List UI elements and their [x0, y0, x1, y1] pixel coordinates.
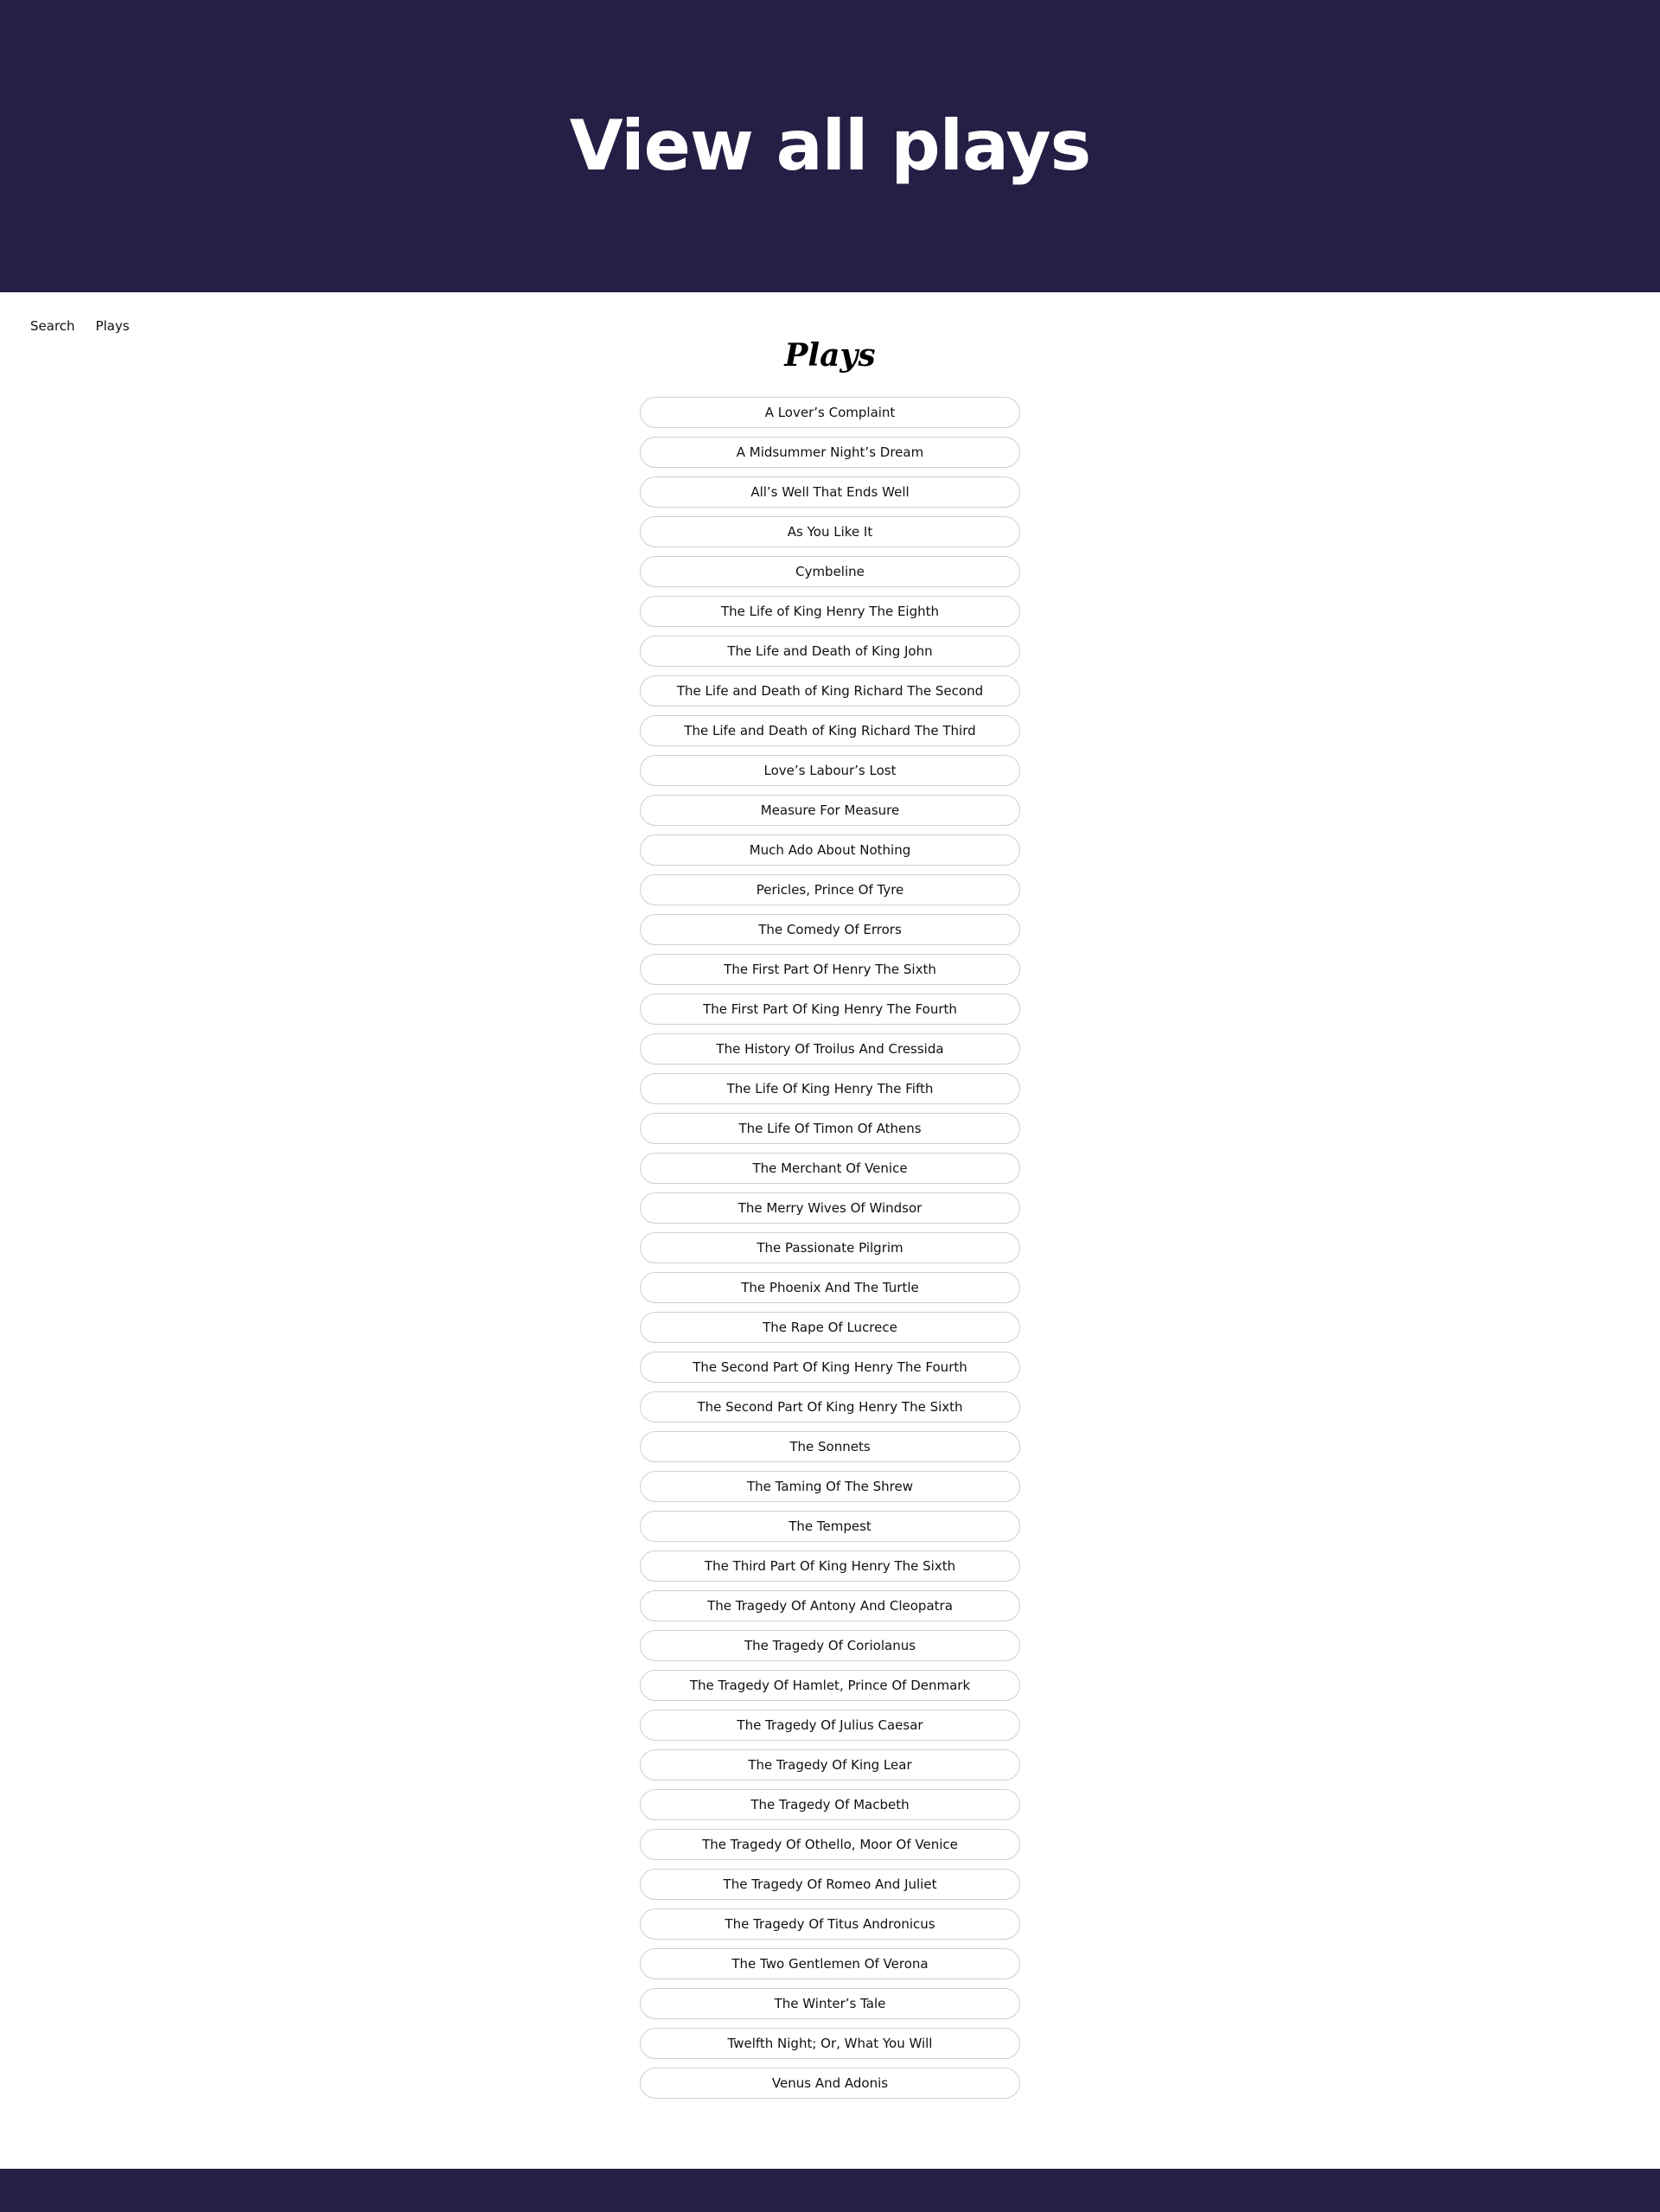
play-link-button[interactable]: Much Ado About Nothing — [640, 834, 1020, 866]
play-link-button[interactable]: The Life and Death of King Richard The T… — [640, 715, 1020, 746]
play-link-button[interactable]: The Rape Of Lucrece — [640, 1312, 1020, 1343]
play-link-button[interactable]: The Tragedy Of Hamlet, Prince Of Denmark — [640, 1670, 1020, 1701]
play-link-button[interactable]: The First Part Of Henry The Sixth — [640, 954, 1020, 985]
play-link-button[interactable]: The Tempest — [640, 1511, 1020, 1542]
nav-link-plays[interactable]: Plays — [96, 318, 130, 334]
play-link-button[interactable]: The Passionate Pilgrim — [640, 1232, 1020, 1263]
play-link-button[interactable]: Measure For Measure — [640, 795, 1020, 826]
footer — [0, 2169, 1660, 2212]
play-link-button[interactable]: The Second Part Of King Henry The Fourth — [640, 1352, 1020, 1383]
top-nav: Search Plays — [30, 318, 130, 334]
play-link-button[interactable]: The Life Of King Henry The Fifth — [640, 1073, 1020, 1104]
play-link-button[interactable]: All’s Well That Ends Well — [640, 476, 1020, 508]
play-link-button[interactable]: The Life Of Timon Of Athens — [640, 1113, 1020, 1144]
play-link-button[interactable]: The Life and Death of King John — [640, 636, 1020, 667]
play-link-button[interactable]: The Sonnets — [640, 1431, 1020, 1462]
play-link-button[interactable]: Cymbeline — [640, 556, 1020, 587]
nav-link-search[interactable]: Search — [30, 318, 75, 334]
play-link-button[interactable]: The Comedy Of Errors — [640, 914, 1020, 945]
play-link-button[interactable]: The Winter’s Tale — [640, 1988, 1020, 2019]
play-list: A Lover’s Complaint A Midsummer Night’s D… — [640, 397, 1020, 2107]
play-link-button[interactable]: The Life of King Henry The Eighth — [640, 596, 1020, 627]
play-link-button[interactable]: Pericles, Prince Of Tyre — [640, 874, 1020, 905]
play-link-button[interactable]: The Phoenix And The Turtle — [640, 1272, 1020, 1303]
play-link-button[interactable]: The Life and Death of King Richard The S… — [640, 675, 1020, 706]
play-link-button[interactable]: The Merry Wives Of Windsor — [640, 1192, 1020, 1224]
play-link-button[interactable]: A Midsummer Night’s Dream — [640, 437, 1020, 468]
play-link-button[interactable]: The Tragedy Of Julius Caesar — [640, 1710, 1020, 1741]
play-link-button[interactable]: Twelfth Night; Or, What You Will — [640, 2028, 1020, 2059]
play-link-button[interactable]: Love’s Labour’s Lost — [640, 755, 1020, 786]
play-link-button[interactable]: The Tragedy Of Macbeth — [640, 1789, 1020, 1820]
play-link-button[interactable]: The Tragedy Of Coriolanus — [640, 1630, 1020, 1661]
play-link-button[interactable]: The Tragedy Of King Lear — [640, 1749, 1020, 1780]
hero-banner: View all plays — [0, 0, 1660, 292]
play-link-button[interactable]: Venus And Adonis — [640, 2068, 1020, 2099]
play-link-button[interactable]: The Tragedy Of Othello, Moor Of Venice — [640, 1829, 1020, 1860]
play-link-button[interactable]: The Tragedy Of Titus Andronicus — [640, 1908, 1020, 1940]
play-link-button[interactable]: The Taming Of The Shrew — [640, 1471, 1020, 1502]
play-link-button[interactable]: The Two Gentlemen Of Verona — [640, 1948, 1020, 1979]
section-title: Plays — [784, 337, 876, 374]
play-link-button[interactable]: The Tragedy Of Antony And Cleopatra — [640, 1590, 1020, 1621]
page-title: View all plays — [569, 105, 1092, 186]
play-link-button[interactable]: The Third Part Of King Henry The Sixth — [640, 1550, 1020, 1582]
play-link-button[interactable]: A Lover’s Complaint — [640, 397, 1020, 428]
play-link-button[interactable]: As You Like It — [640, 516, 1020, 547]
play-link-button[interactable]: The Merchant Of Venice — [640, 1153, 1020, 1184]
play-link-button[interactable]: The Tragedy Of Romeo And Juliet — [640, 1869, 1020, 1900]
play-link-button[interactable]: The History Of Troilus And Cressida — [640, 1033, 1020, 1064]
play-link-button[interactable]: The First Part Of King Henry The Fourth — [640, 994, 1020, 1025]
play-link-button[interactable]: The Second Part Of King Henry The Sixth — [640, 1391, 1020, 1422]
